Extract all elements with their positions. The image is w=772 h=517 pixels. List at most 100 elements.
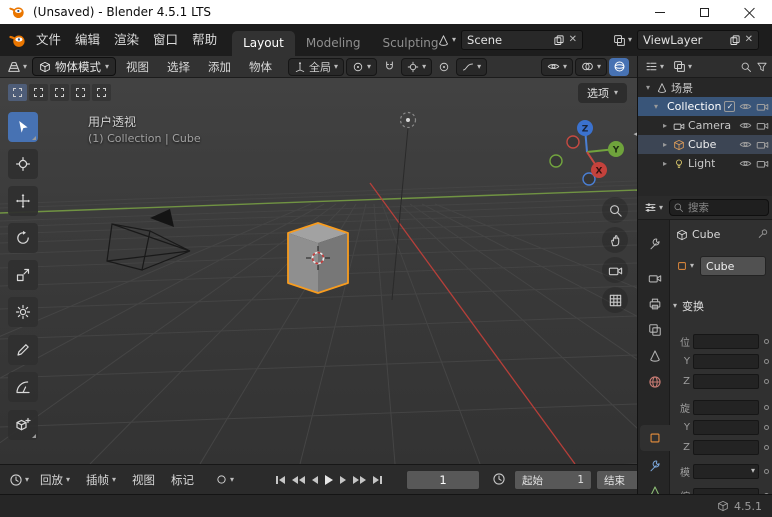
tool-move[interactable] [8,186,38,216]
transform-panel-header[interactable]: ▾ 变换 [673,298,704,314]
tab-render[interactable] [640,265,670,291]
scene-browse-button[interactable]: ▾ [434,32,459,49]
timeline-editor-type-button[interactable]: ▾ [6,471,32,489]
cube-object[interactable] [287,222,349,294]
outliner-editor-type-button[interactable]: ▾ [642,58,667,75]
menu-help[interactable]: 帮助 [185,24,224,56]
hide-eye-icon[interactable] [739,100,752,113]
tool-transform[interactable] [8,297,38,327]
orientation-dropdown[interactable]: 全局 ▾ [288,57,345,76]
workspace-tab-modeling[interactable]: Modeling [295,31,372,56]
collection-checkbox[interactable]: ✓ [724,101,736,112]
pan-button[interactable] [602,227,628,253]
menu-markers[interactable]: 标记 [163,472,202,488]
menu-playback[interactable]: 回放 ▾ [32,472,78,488]
new-viewlayer-icon[interactable] [729,34,741,46]
app-menu-button[interactable] [6,30,29,51]
menu-add[interactable]: 添加 [200,59,239,75]
menu-render[interactable]: 渲染 [107,24,146,56]
keyframe-dot[interactable] [764,444,769,450]
expand-icon[interactable]: ▾ [643,83,653,92]
next-frame-button[interactable] [338,474,348,486]
unlink-scene-icon[interactable]: ✕ [569,35,577,45]
play-button[interactable] [323,473,335,487]
location-z-input[interactable] [693,373,759,389]
rotation-y-input[interactable] [693,419,759,435]
tool-select-box[interactable] [8,112,38,142]
expand-icon[interactable]: ▾ [651,102,661,111]
scene-datablock[interactable]: Scene ✕ [461,30,584,50]
overlays-dropdown[interactable]: ▾ [574,57,607,76]
menu-view[interactable]: 视图 [118,59,157,75]
select-mode-invert-button[interactable] [71,84,90,101]
current-frame-input[interactable]: 1 [406,470,480,490]
editor-type-button[interactable]: ▾ [4,58,30,76]
tool-scale[interactable] [8,260,38,290]
next-keyframe-button[interactable] [351,474,368,486]
outliner-row-camera[interactable]: ▸ Camera [638,116,772,135]
location-y-input[interactable] [693,353,759,369]
tool-rotate[interactable] [8,223,38,253]
tab-view-layer[interactable] [640,317,670,343]
snap-toggle[interactable] [379,58,399,76]
hide-eye-icon[interactable] [739,157,752,170]
menu-object[interactable]: 物体 [241,59,280,75]
shading-solid-toggle[interactable] [609,57,629,76]
expand-icon[interactable]: ▸ [660,121,670,130]
menu-keying[interactable]: 插帧 ▾ [78,472,124,488]
rotation-z-input[interactable] [693,439,759,455]
menu-file[interactable]: 文件 [29,24,68,56]
render-camera-icon[interactable] [756,119,769,132]
jump-to-start-button[interactable] [274,474,287,486]
tab-data[interactable] [640,479,670,494]
frame-end-input[interactable]: 结束 [596,470,637,490]
render-camera-icon[interactable] [756,100,769,113]
viewlayer-browse-button[interactable]: ▾ [610,32,635,49]
rotation-x-input[interactable] [693,399,759,415]
navigation-gizmo[interactable]: Z Y X [549,120,624,186]
outliner-row-scene[interactable]: ▾ 场景 [638,78,772,97]
maximize-button[interactable] [682,0,727,24]
tab-scene[interactable] [640,343,670,369]
tool-annotate[interactable] [8,335,38,365]
filter-funnel-icon[interactable] [756,61,768,73]
outliner-row-light[interactable]: ▸ Light [638,154,772,173]
mode-dropdown[interactable]: 物体模式 ▾ [32,57,117,76]
tool-options-dropdown[interactable]: 选项 ▾ [577,83,627,103]
minimize-button[interactable] [637,0,682,24]
tool-measure[interactable] [8,372,38,402]
select-mode-intersect-button[interactable] [92,84,111,101]
hide-eye-icon[interactable] [739,138,752,151]
viewlayer-datablock[interactable]: ViewLayer ✕ [637,30,760,50]
frame-start-input[interactable]: 起始 1 [514,470,592,490]
workspace-tab-layout[interactable]: Layout [232,31,295,56]
keyframe-dot[interactable] [764,424,769,430]
keyframe-dot[interactable] [764,404,769,410]
prev-keyframe-button[interactable] [290,474,307,486]
tab-modifiers[interactable] [640,453,670,479]
hide-eye-icon[interactable] [739,119,752,132]
menu-edit[interactable]: 编辑 [68,24,107,56]
visibility-dropdown[interactable]: ▾ [540,57,573,76]
use-preview-range-icon[interactable] [492,472,506,486]
play-reverse-button[interactable] [310,474,320,486]
select-mode-extend-button[interactable] [29,84,48,101]
keyframe-dot[interactable] [764,358,769,364]
tab-tool[interactable] [640,231,670,257]
tab-output[interactable] [640,291,670,317]
outliner-display-mode-button[interactable]: ▾ [670,58,695,75]
expand-icon[interactable]: ▸ [660,140,670,149]
properties-editor-type-button[interactable]: ▾ [641,199,666,216]
tool-add-cube[interactable] [8,410,38,440]
outliner-row-cube[interactable]: ▸ Cube [638,135,772,154]
render-camera-icon[interactable] [756,138,769,151]
expand-icon[interactable]: ▸ [660,159,670,168]
menu-select[interactable]: 选择 [159,59,198,75]
search-icon[interactable] [740,61,752,73]
jump-to-end-button[interactable] [371,474,384,486]
tab-world[interactable] [640,369,670,395]
keyframe-dot[interactable] [764,468,769,474]
3d-viewport[interactable]: Z Y X 选项 ▾ 用户透视 (1) Collection | Cube ◂ [0,78,637,464]
keyframe-dot[interactable] [764,378,769,384]
menu-window[interactable]: 窗口 [146,24,185,56]
